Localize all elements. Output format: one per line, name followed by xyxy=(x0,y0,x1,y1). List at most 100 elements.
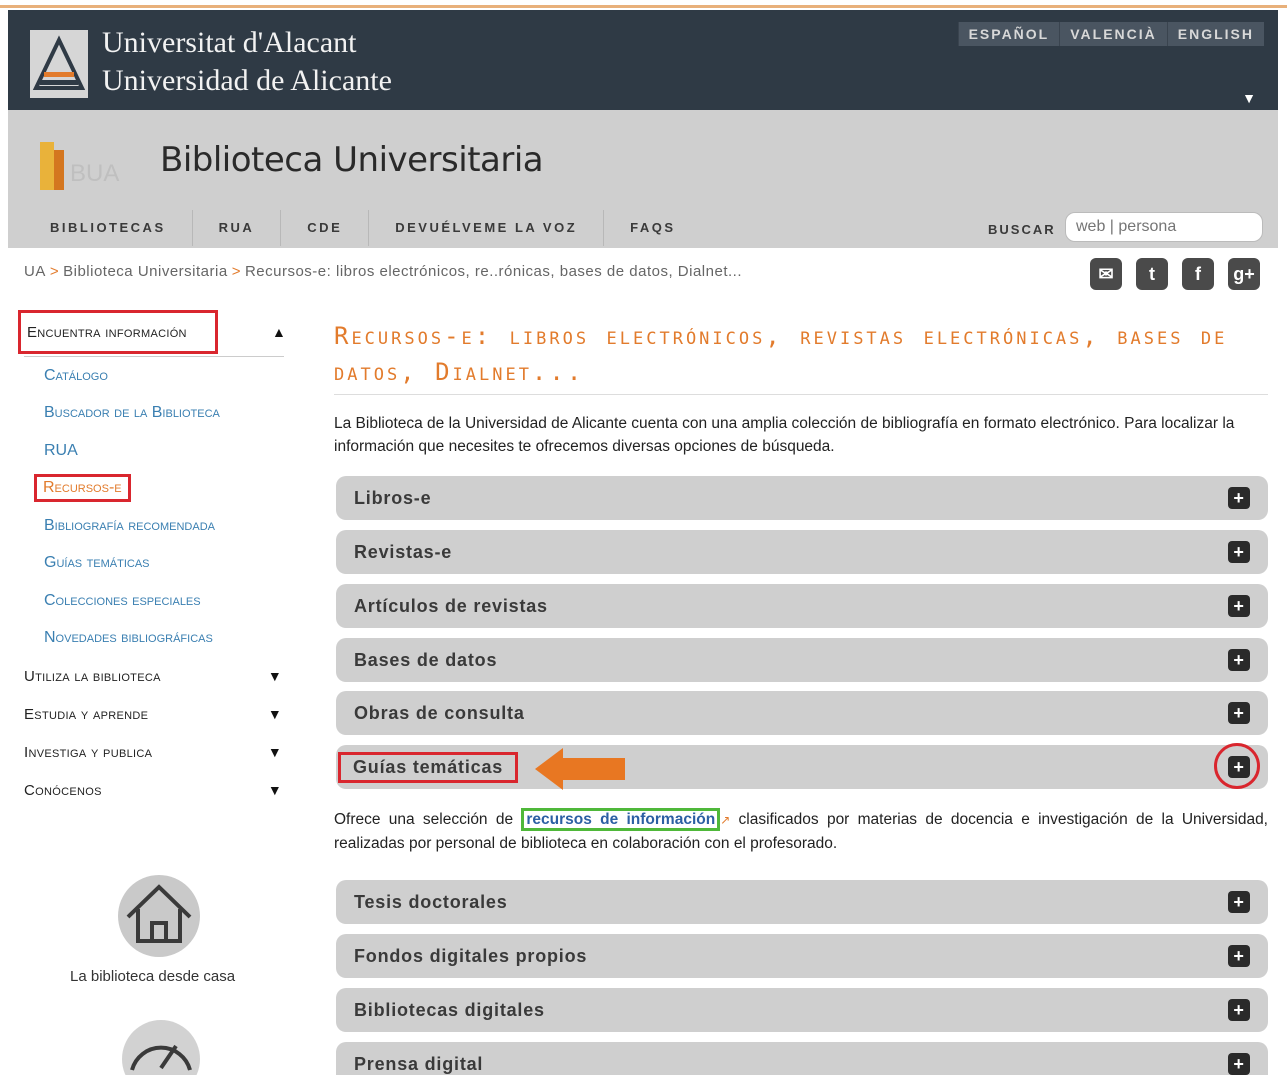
accordion-label: Bases de datos xyxy=(354,649,498,670)
accordion-libros-e[interactable]: Libros-e + xyxy=(336,476,1268,520)
accordion-guias-tematicas[interactable]: Guías temáticas + xyxy=(336,743,1268,789)
accordion-label-highlighted: Guías temáticas xyxy=(338,751,519,783)
search-label: BUSCAR xyxy=(988,222,1056,237)
sidebar-item-guias[interactable]: Guías temáticas xyxy=(18,545,290,583)
external-link-icon: ↗ xyxy=(720,813,731,827)
university-header: Universitat d'Alacant Universidad de Ali… xyxy=(8,10,1278,110)
accordion-label: Bibliotecas digitales xyxy=(354,999,545,1020)
sidebar-item-label: Buscador de la Biblioteca xyxy=(44,404,220,422)
logo-bar-orange xyxy=(54,150,64,190)
sidebar-item-label: Colecciones especiales xyxy=(44,591,201,609)
recursos-informacion-link[interactable]: recursos de información xyxy=(521,808,721,831)
language-selector: ESPAÑOL VALENCIÀ ENGLISH xyxy=(957,22,1264,46)
sidebar-section-investiga[interactable]: Investiga y publica ▼ xyxy=(18,733,290,771)
sidebar-item-label: RUA xyxy=(44,441,78,459)
sidebar-item-label: Novedades bibliográficas xyxy=(44,629,213,647)
nav-rua[interactable]: RUA xyxy=(193,210,282,246)
library-title[interactable]: Biblioteca Universitaria xyxy=(160,140,544,180)
guides-description: Ofrece una selección de recursos de info… xyxy=(334,808,1268,855)
plus-icon[interactable]: + xyxy=(1228,999,1250,1021)
expand-arrow-icon: ▼ xyxy=(267,706,282,722)
ua-logo[interactable] xyxy=(30,30,88,98)
sidebar-section-label: Investiga y publica xyxy=(24,743,153,761)
gauge-icon[interactable] xyxy=(122,1020,200,1075)
sidebar-section-conocenos[interactable]: Conócenos ▼ xyxy=(18,771,290,809)
plus-icon[interactable]: + xyxy=(1228,891,1250,913)
sidebar-section-estudia[interactable]: Estudia y aprende ▼ xyxy=(18,695,290,733)
plus-icon[interactable]: + xyxy=(1228,702,1250,724)
plus-icon[interactable]: + xyxy=(1228,487,1250,509)
accordion-bibliotecas-digitales[interactable]: Bibliotecas digitales + xyxy=(336,988,1268,1032)
breadcrumb: UA > Biblioteca Universitaria > Recursos-e: … xyxy=(24,263,742,280)
university-name[interactable]: Universitat d'Alacant Universidad de Ali… xyxy=(102,24,392,100)
sidebar-section-utiliza[interactable]: Utiliza la biblioteca ▼ xyxy=(18,657,290,695)
twitter-icon[interactable]: t xyxy=(1136,258,1168,290)
sidebar-item-colecciones[interactable]: Colecciones especiales xyxy=(18,582,290,620)
plus-icon[interactable]: + xyxy=(1228,595,1250,617)
accordion-obras-de-consulta[interactable]: Obras de consulta + xyxy=(336,691,1268,735)
sidebar-item-label: Bibliografía recomendada xyxy=(44,516,215,534)
expand-arrow-icon: ▼ xyxy=(267,782,282,798)
breadcrumb-ua[interactable]: UA xyxy=(24,263,46,280)
accordion-label: Fondos digitales propios xyxy=(354,945,588,966)
library-header: BUA Biblioteca Universitaria BIBLIOTECAS… xyxy=(8,110,1278,248)
home-icon[interactable] xyxy=(118,875,200,957)
breadcrumb-library[interactable]: Biblioteca Universitaria xyxy=(63,263,228,280)
sidebar-item-rua[interactable]: RUA xyxy=(18,432,290,470)
nav-faqs[interactable]: FAQS xyxy=(604,210,701,246)
accordion-tesis-doctorales[interactable]: Tesis doctorales + xyxy=(336,880,1268,924)
university-name-valencian: Universitat d'Alacant xyxy=(102,26,357,59)
bua-logo[interactable]: BUA xyxy=(36,138,126,192)
accordion-revistas-e[interactable]: Revistas-e + xyxy=(336,530,1268,574)
accordion-label: Obras de consulta xyxy=(354,702,525,723)
sidebar-section-label: Utiliza la biblioteca xyxy=(24,667,161,685)
plus-icon[interactable]: + xyxy=(1228,649,1250,671)
sidebar-item-recursos-e[interactable]: Recursos-e xyxy=(18,470,290,508)
sidebar-item-label-active: Recursos-e xyxy=(34,474,131,503)
expand-arrow-icon: ▼ xyxy=(267,744,282,760)
nav-devuelveme-la-voz[interactable]: DEVUÉLVEME LA VOZ xyxy=(369,210,605,246)
accordion-articulos[interactable]: Artículos de revistas + xyxy=(336,584,1268,628)
university-name-spanish: Universidad de Alicante xyxy=(102,64,392,97)
accordion-label: Artículos de revistas xyxy=(354,595,548,616)
plus-icon[interactable]: + xyxy=(1228,1053,1250,1075)
search-input[interactable] xyxy=(1065,212,1263,242)
arrow-left-icon xyxy=(535,748,627,795)
sidebar-item-bibliografia[interactable]: Bibliografía recomendada xyxy=(18,507,290,545)
lang-valencia[interactable]: VALENCIÀ xyxy=(1059,22,1167,46)
googleplus-icon[interactable]: g+ xyxy=(1228,258,1260,290)
accordion-bases-de-datos[interactable]: Bases de datos + xyxy=(336,638,1268,682)
highlight-circle xyxy=(1214,743,1260,789)
collapse-arrow-icon[interactable]: ▲ xyxy=(272,324,286,340)
accordion-label: Prensa digital xyxy=(354,1053,484,1074)
sidebar-item-novedades[interactable]: Novedades bibliográficas xyxy=(18,620,290,658)
top-border xyxy=(0,0,1287,8)
nav-bibliotecas[interactable]: BIBLIOTECAS xyxy=(32,210,193,246)
sidebar-item-catalogo[interactable]: Catálogo xyxy=(18,357,290,395)
sidebar-section-label: Estudia y aprende xyxy=(24,705,149,723)
accordion-label: Libros-e xyxy=(354,487,432,508)
guides-desc-text: Ofrece una selección de xyxy=(334,811,514,828)
breadcrumb-current: Recursos-e: libros electrónicos, re..rón… xyxy=(244,263,742,280)
page-title: Recursos-e: libros electrónicos, revista… xyxy=(334,318,1268,395)
accordion-label: Revistas-e xyxy=(354,541,453,562)
accordion-prensa-digital[interactable]: Prensa digital + xyxy=(336,1042,1268,1075)
facebook-icon[interactable]: f xyxy=(1182,258,1214,290)
email-icon[interactable]: ✉ xyxy=(1090,258,1122,290)
nav-cde[interactable]: CDE xyxy=(281,210,370,246)
sidebar-section-label: Conócenos xyxy=(24,781,102,799)
sidebar-item-buscador[interactable]: Buscador de la Biblioteca xyxy=(18,395,290,433)
breadcrumb-separator: > xyxy=(49,263,60,280)
plus-icon[interactable]: + xyxy=(1228,541,1250,563)
plus-icon[interactable]: + xyxy=(1228,945,1250,967)
logo-bar-yellow xyxy=(40,142,54,190)
sidebar-section-label: Encuentra información xyxy=(27,323,187,341)
sidebar-item-label: Guías temáticas xyxy=(44,554,150,572)
sidebar-section-encuentra-informacion[interactable]: Encuentra información xyxy=(18,310,218,354)
chevron-down-icon[interactable]: ▼ xyxy=(1242,90,1256,106)
accordion-fondos-digitales[interactable]: Fondos digitales propios + xyxy=(336,934,1268,978)
lang-english[interactable]: ENGLISH xyxy=(1166,22,1264,46)
sidebar: Encuentra información ▲ Catálogo Buscado… xyxy=(18,310,290,809)
lang-espanol[interactable]: ESPAÑOL xyxy=(957,22,1060,46)
home-label[interactable]: La biblioteca desde casa xyxy=(70,968,235,985)
